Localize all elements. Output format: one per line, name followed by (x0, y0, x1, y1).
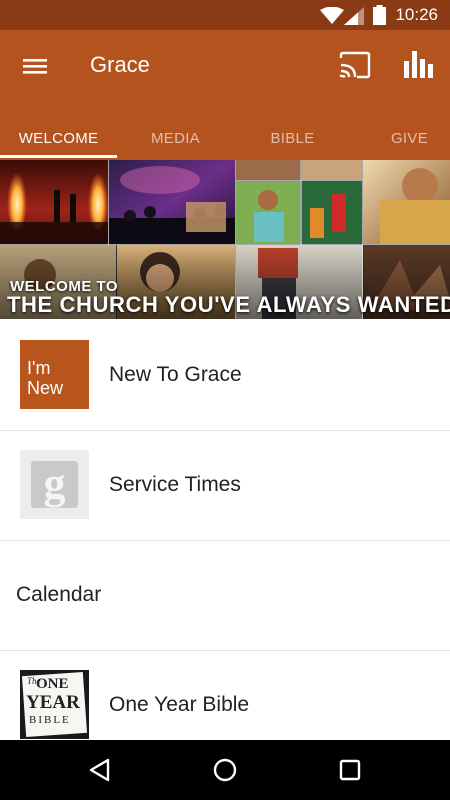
list-item-label: New To Grace (109, 363, 242, 386)
tab-welcome[interactable]: WELCOME (0, 116, 117, 160)
book-text-year: YEAR (26, 692, 80, 713)
grace-logo-thumbnail: g (20, 450, 89, 519)
battery-icon (373, 5, 386, 25)
thumb-text-line1: I'm (27, 358, 51, 378)
tab-media[interactable]: MEDIA (117, 116, 234, 160)
wifi-icon (320, 7, 344, 24)
cast-icon[interactable] (338, 50, 372, 80)
book-text-bible: BIBLE (29, 714, 71, 726)
list-item-service-times[interactable]: g Service Times (0, 431, 450, 541)
app-bar: Grace WELCOME MEDIA BIBLE GIVE (0, 30, 450, 160)
signal-icon (344, 7, 364, 25)
list-item-calendar[interactable]: Calendar (0, 541, 450, 651)
banner-text-line2: THE CHURCH YOU'VE ALWAYS WANTED (7, 292, 450, 317)
status-time: 10:26 (395, 5, 438, 24)
book-text-one: ONE (36, 676, 69, 692)
tab-bible[interactable]: BIBLE (234, 116, 351, 160)
logo-letter: g (43, 459, 66, 508)
home-icon[interactable] (211, 756, 239, 784)
thumb-text-line2: New (27, 378, 64, 398)
list-item-new-to-grace[interactable]: I'm New New To Grace (0, 320, 450, 430)
tab-bar: WELCOME MEDIA BIBLE GIVE (0, 116, 450, 160)
recents-icon[interactable] (336, 756, 364, 784)
im-new-thumbnail: I'm New (20, 340, 89, 409)
one-year-bible-thumbnail: The ONE YEAR BIBLE (20, 670, 89, 739)
list-item-label: Calendar (16, 583, 102, 606)
page-title: Grace (90, 52, 150, 77)
menu-icon[interactable] (16, 50, 54, 82)
back-icon[interactable] (86, 756, 114, 784)
list-item-label: Service Times (109, 473, 241, 496)
tab-give[interactable]: GIVE (351, 116, 450, 160)
tab-indicator (0, 155, 117, 158)
welcome-banner[interactable]: WELCOME TO THE CHURCH YOU'VE ALWAYS WANT… (0, 160, 450, 319)
stats-icon[interactable] (402, 49, 438, 81)
status-bar: 10:26 (0, 0, 450, 30)
system-navigation-bar (0, 740, 450, 800)
